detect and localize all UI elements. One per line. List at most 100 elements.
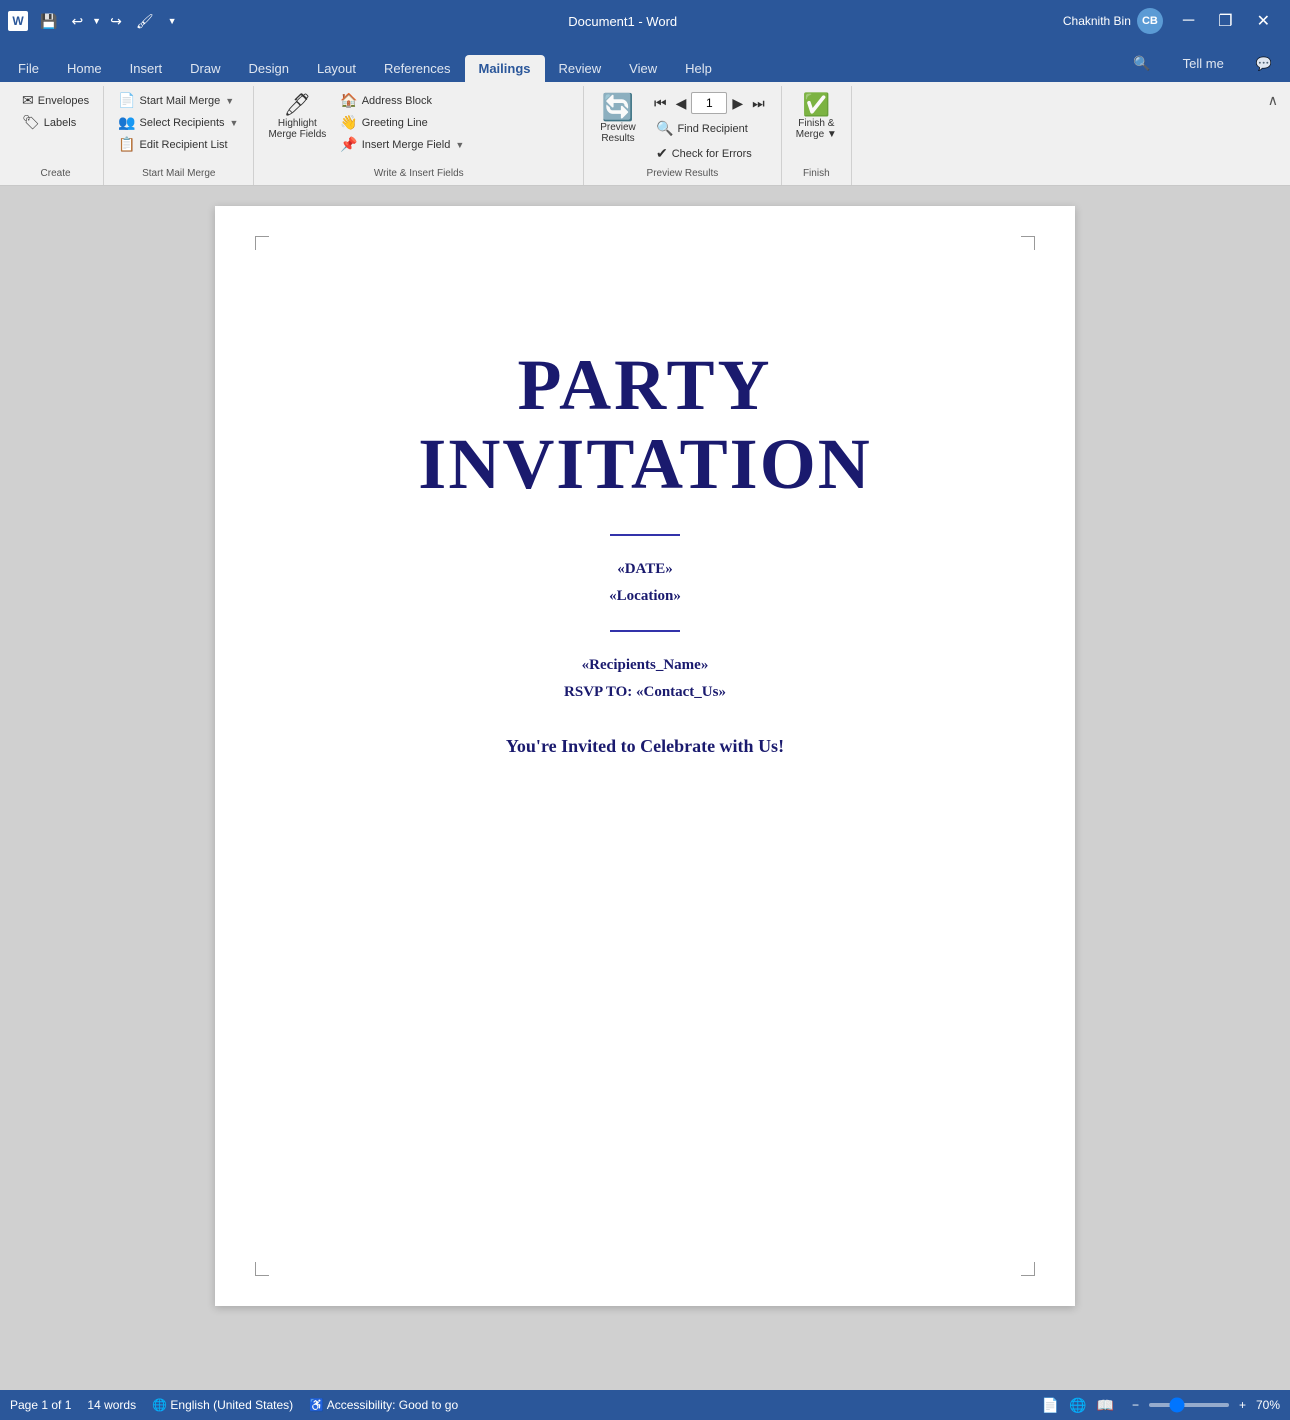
- select-recipients-icon: 👥: [118, 114, 135, 131]
- greeting-line-icon: 👋: [340, 114, 357, 131]
- ribbon: ✉ Envelopes 🏷 Labels Create 📄 Start Mail…: [0, 82, 1290, 186]
- nav-last-button[interactable]: ⏭: [748, 93, 769, 114]
- word-logo: W: [8, 11, 28, 31]
- finish-group-label: Finish: [790, 166, 843, 181]
- select-recipients-arrow: ▼: [229, 118, 240, 128]
- status-language: 🌐 English (United States): [152, 1398, 293, 1412]
- address-block-icon: 🏠: [340, 92, 357, 109]
- nav-first-button[interactable]: ⏮: [650, 93, 671, 114]
- user-avatar[interactable]: CB: [1137, 8, 1163, 34]
- highlight-merge-fields-button[interactable]: 🖊 HighlightMerge Fields: [262, 90, 332, 144]
- preview-results-content: 🔄 PreviewResults ⏮ ◀ ▶ ⏭ 🔍 Find Recipien…: [592, 90, 773, 166]
- web-layout-view-button[interactable]: 🌐: [1065, 1395, 1090, 1416]
- find-recipient-button[interactable]: 🔍 Find Recipient: [650, 118, 769, 139]
- tab-layout[interactable]: Layout: [303, 55, 370, 82]
- tab-draw[interactable]: Draw: [176, 55, 234, 82]
- write-insert-small-items: 🏠 Address Block 👋 Greeting Line 📌 Insert…: [334, 90, 471, 155]
- envelopes-icon: ✉: [22, 92, 34, 109]
- insert-merge-field-arrow: ▼: [454, 140, 465, 150]
- document-title: Document1 - Word: [183, 14, 1063, 29]
- check-for-errors-button[interactable]: ✔ Check for Errors: [650, 143, 769, 164]
- start-mail-merge-icon: 📄: [118, 92, 135, 109]
- corner-mark-tr: [1021, 236, 1035, 250]
- share-button[interactable]: 💬: [1242, 50, 1286, 78]
- doc-recipient-field: «Recipients_Name»: [275, 652, 1015, 679]
- status-accessibility: ♿ Accessibility: Good to go: [309, 1398, 458, 1412]
- document-area: PARTY INVITATION «DATE» «Location» «Reci…: [0, 186, 1290, 1404]
- redo-button[interactable]: ↪: [104, 11, 128, 32]
- tab-insert[interactable]: Insert: [116, 55, 177, 82]
- zoom-slider[interactable]: [1149, 1403, 1229, 1407]
- status-page-info: Page 1 of 1: [10, 1398, 71, 1412]
- tab-references[interactable]: References: [370, 55, 464, 82]
- labels-button[interactable]: 🏷 Labels: [16, 112, 95, 133]
- finish-group-content: ✅ Finish &Merge ▼: [790, 90, 843, 166]
- greeting-line-button[interactable]: 👋 Greeting Line: [334, 112, 471, 133]
- nav-page-input[interactable]: [691, 92, 727, 114]
- ribbon-group-preview-results: 🔄 PreviewResults ⏮ ◀ ▶ ⏭ 🔍 Find Recipien…: [584, 86, 782, 185]
- zoom-out-button[interactable]: −: [1126, 1396, 1145, 1414]
- tab-view[interactable]: View: [615, 55, 671, 82]
- ribbon-tabs: File Home Insert Draw Design Layout Refe…: [0, 42, 1290, 82]
- quick-access-toolbar: 💾 ↩ ▼ ↪ 🖌 ▼: [34, 11, 183, 32]
- minimize-button[interactable]: ─: [1171, 0, 1206, 42]
- tell-me-button[interactable]: Tell me: [1169, 50, 1238, 77]
- edit-recipient-list-button[interactable]: 📋 Edit Recipient List: [112, 134, 245, 155]
- ribbon-group-write-insert: 🖊 HighlightMerge Fields 🏠 Address Block …: [254, 86, 584, 185]
- undo-arrow[interactable]: ▼: [91, 16, 102, 26]
- finish-merge-button[interactable]: ✅ Finish &Merge ▼: [790, 90, 843, 144]
- user-info: Chaknith Bin CB: [1063, 8, 1163, 34]
- tab-home[interactable]: Home: [53, 55, 116, 82]
- create-items: ✉ Envelopes 🏷 Labels: [16, 90, 95, 133]
- tab-help[interactable]: Help: [671, 55, 726, 82]
- quick-access-more[interactable]: ▼: [162, 14, 183, 28]
- read-mode-view-button[interactable]: 📖: [1093, 1395, 1118, 1416]
- window-controls: ─ ❐ ✕: [1171, 0, 1282, 42]
- print-layout-view-button[interactable]: 📄: [1038, 1395, 1063, 1416]
- start-mail-merge-content: 📄 Start Mail Merge ▼ 👥 Select Recipients…: [112, 90, 245, 166]
- tab-file[interactable]: File: [4, 55, 53, 82]
- tab-mailings[interactable]: Mailings: [465, 55, 545, 82]
- zoom-in-button[interactable]: +: [1233, 1396, 1252, 1414]
- user-name: Chaknith Bin: [1063, 14, 1131, 28]
- doc-divider-1: [610, 534, 680, 536]
- start-mail-merge-group-label: Start Mail Merge: [112, 166, 245, 181]
- corner-mark-br: [1021, 1262, 1035, 1276]
- select-recipients-button[interactable]: 👥 Select Recipients ▼: [112, 112, 245, 133]
- title-bar-left: W 💾 ↩ ▼ ↪ 🖌 ▼: [8, 11, 183, 32]
- preview-results-group-label: Preview Results: [592, 166, 773, 181]
- finish-merge-icon: ✅: [803, 94, 830, 116]
- preview-results-button[interactable]: 🔄 PreviewResults: [592, 90, 644, 148]
- zoom-level: 70%: [1256, 1398, 1280, 1412]
- start-mail-merge-items: 📄 Start Mail Merge ▼ 👥 Select Recipients…: [112, 90, 245, 155]
- title-bar: W 💾 ↩ ▼ ↪ 🖌 ▼ Document1 - Word Chaknith …: [0, 0, 1290, 42]
- envelopes-button[interactable]: ✉ Envelopes: [16, 90, 95, 111]
- nav-prev-button[interactable]: ◀: [672, 93, 691, 114]
- tab-review[interactable]: Review: [545, 55, 616, 82]
- start-mail-merge-arrow: ▼: [224, 96, 235, 106]
- restore-button[interactable]: ❐: [1206, 0, 1244, 42]
- start-mail-merge-button[interactable]: 📄 Start Mail Merge ▼: [112, 90, 245, 111]
- ribbon-group-create: ✉ Envelopes 🏷 Labels Create: [8, 86, 104, 185]
- create-group-content: ✉ Envelopes 🏷 Labels: [16, 90, 95, 166]
- edit-recipient-list-icon: 📋: [118, 136, 135, 153]
- zoom-track: − + 70%: [1126, 1396, 1280, 1414]
- undo-button[interactable]: ↩: [65, 11, 89, 32]
- write-insert-content: 🖊 HighlightMerge Fields 🏠 Address Block …: [262, 90, 575, 166]
- insert-merge-field-button[interactable]: 📌 Insert Merge Field ▼: [334, 134, 471, 155]
- close-button[interactable]: ✕: [1245, 0, 1282, 42]
- nav-next-button[interactable]: ▶: [728, 93, 747, 114]
- check-for-errors-icon: ✔: [656, 145, 668, 162]
- status-bar-right: 📄 🌐 📖 − + 70%: [1038, 1395, 1280, 1416]
- save-button[interactable]: 💾: [34, 11, 63, 32]
- tab-design[interactable]: Design: [235, 55, 303, 82]
- format-painter-button[interactable]: 🖌: [130, 11, 160, 32]
- doc-location-field: «Location»: [275, 583, 1015, 610]
- ribbon-collapse-button[interactable]: ∧: [1264, 88, 1282, 113]
- insert-merge-field-icon: 📌: [340, 136, 357, 153]
- navigation-arrows: ⏮ ◀ ▶ ⏭: [650, 92, 769, 114]
- view-icons: 📄 🌐 📖: [1038, 1395, 1118, 1416]
- preview-results-icon: 🔄: [602, 94, 634, 120]
- search-ribbon-button[interactable]: 🔍: [1119, 49, 1164, 78]
- address-block-button[interactable]: 🏠 Address Block: [334, 90, 471, 111]
